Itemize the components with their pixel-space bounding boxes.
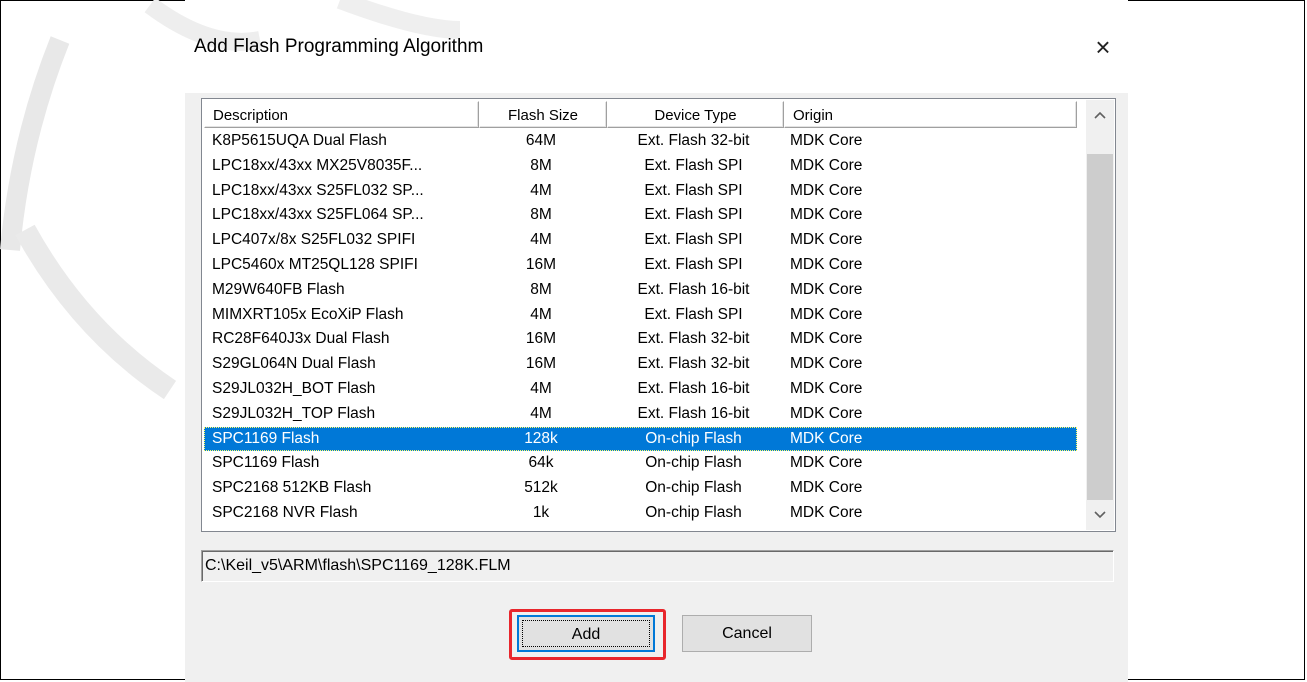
- origin-cell: MDK Core: [790, 379, 863, 397]
- description-cell: SPC2168 NVR Flash: [212, 503, 358, 521]
- origin-cell: MDK Core: [790, 404, 863, 422]
- list-item[interactable]: RC28F640J3x Dual Flash 16M Ext. Flash 32-b…: [204, 327, 1077, 352]
- flash-size-cell: 512k: [524, 479, 558, 497]
- flash-size-cell: 4M: [530, 404, 552, 422]
- description-cell: S29GL064N Dual Flash: [212, 355, 376, 373]
- flash-size-cell: 16M: [525, 330, 557, 348]
- device-type-cell: Ext. Flash 32-bit: [637, 355, 750, 373]
- device-type-cell: On-chip Flash: [645, 454, 742, 472]
- device-type-cell: Ext. Flash SPI: [644, 231, 743, 249]
- description-cell: S29JL032H_BOT Flash: [212, 379, 376, 397]
- description-cell: M29W640FB Flash: [212, 280, 345, 298]
- description-cell: LPC407x/8x S25FL032 SPIFI: [212, 231, 416, 249]
- origin-cell: MDK Core: [790, 305, 863, 323]
- list-item[interactable]: MIMXRT105x EcoXiP Flash 4M Ext. Flash SPI M…: [204, 303, 1077, 328]
- device-type-cell: Ext. Flash 16-bit: [637, 404, 750, 422]
- flash-size-cell: 16M: [525, 355, 557, 373]
- device-type-cell: Ext. Flash SPI: [644, 305, 743, 323]
- origin-cell: MDK Core: [790, 255, 863, 273]
- list-rows: K8P5615UQA Dual Flash 64M Ext. Flash 32-bi…: [204, 129, 1077, 526]
- list-item[interactable]: S29JL032H_BOT Flash 4M Ext. Flash 16-bit MD…: [204, 377, 1077, 402]
- flash-size-cell: 4M: [530, 231, 552, 249]
- flash-size-cell: 1k: [532, 503, 550, 521]
- close-icon[interactable]: ×: [1088, 30, 1118, 64]
- flash-size-cell: 64k: [528, 454, 554, 472]
- device-type-cell: Ext. Flash SPI: [644, 181, 743, 199]
- cancel-button[interactable]: Cancel: [682, 615, 812, 652]
- origin-cell: MDK Core: [790, 280, 863, 298]
- origin-cell: MDK Core: [790, 355, 863, 373]
- list-item[interactable]: M29W640FB Flash 8M Ext. Flash 16-bit MDK Co…: [204, 278, 1077, 303]
- device-type-cell: On-chip Flash: [645, 479, 742, 497]
- list-item[interactable]: LPC5460x MT25QL128 SPIFI 16M Ext. Flash SP…: [204, 253, 1077, 278]
- list-item[interactable]: LPC407x/8x S25FL032 SPIFI 4M Ext. Flash SP…: [204, 228, 1077, 253]
- description-cell: LPC18xx/43xx MX25V8035F...: [212, 156, 423, 174]
- list-header: Description Flash Size Device Type Origi…: [204, 101, 1077, 128]
- description-cell: LPC18xx/43xx S25FL032 SP...: [212, 181, 424, 199]
- origin-cell: MDK Core: [790, 231, 863, 249]
- device-type-cell: Ext. Flash 32-bit: [637, 132, 750, 149]
- origin-cell: MDK Core: [790, 156, 863, 174]
- add-button-highlight-box: [509, 609, 666, 660]
- list-item[interactable]: SPC1169 Flash 128k On-chip Flash MDK Core: [204, 426, 1077, 452]
- flash-size-cell: 8M: [530, 206, 552, 224]
- list-item[interactable]: LPC18xx/43xx S25FL032 SP... 4M Ext. Flash …: [204, 179, 1077, 204]
- list-item[interactable]: SPC1169 Flash 64k On-chip Flash MDK Core: [204, 451, 1077, 476]
- flash-size-cell: 4M: [530, 305, 552, 323]
- origin-cell: MDK Core: [790, 454, 863, 472]
- column-header-flash-size[interactable]: Flash Size: [479, 101, 607, 128]
- device-type-cell: Ext. Flash SPI: [644, 156, 743, 174]
- column-header-device-type[interactable]: Device Type: [607, 101, 784, 128]
- flash-size-cell: 16M: [525, 255, 557, 273]
- origin-cell: MDK Core: [790, 330, 863, 348]
- device-type-cell: Ext. Flash 16-bit: [637, 379, 750, 397]
- description-cell: LPC5460x MT25QL128 SPIFI: [212, 255, 418, 273]
- list-item[interactable]: S29GL064N Dual Flash 16M Ext. Flash 32-bit…: [204, 352, 1077, 377]
- algorithm-path-field: C:\Keil_v5\ARM\flash\SPC1169_128K.FLM: [201, 550, 1114, 582]
- list-item[interactable]: S29JL032H_TOP Flash 4M Ext. Flash 16-bit MD…: [204, 402, 1077, 427]
- description-cell: LPC18xx/43xx S25FL064 SP...: [212, 206, 424, 224]
- chevron-up-icon[interactable]: [1086, 100, 1114, 130]
- scrollbar-thumb[interactable]: [1087, 154, 1113, 500]
- list-item[interactable]: SPC2168 512KB Flash 512k On-chip Flash MDK …: [204, 476, 1077, 501]
- list-item[interactable]: LPC18xx/43xx MX25V8035F... 8M Ext. Flash S…: [204, 154, 1077, 179]
- flash-size-cell: 4M: [530, 379, 552, 397]
- flash-size-cell: 8M: [530, 280, 552, 298]
- origin-cell: MDK Core: [790, 429, 863, 447]
- description-cell: SPC2168 512KB Flash: [212, 479, 372, 497]
- origin-cell: MDK Core: [790, 181, 863, 199]
- flash-size-cell: 128k: [524, 429, 558, 447]
- device-type-cell: On-chip Flash: [645, 429, 742, 447]
- flash-size-cell: 4M: [530, 181, 552, 199]
- description-cell: SPC1169 Flash: [212, 429, 320, 447]
- device-type-cell: Ext. Flash SPI: [644, 206, 743, 224]
- dialog-title: Add Flash Programming Algorithm: [194, 36, 484, 57]
- flash-size-cell: 64M: [525, 132, 557, 149]
- list-item[interactable]: K8P5615UQA Dual Flash 64M Ext. Flash 32-bi…: [204, 129, 1077, 154]
- column-header-description[interactable]: Description: [204, 101, 479, 128]
- origin-cell: MDK Core: [790, 132, 863, 149]
- list-item[interactable]: SPC2168 NVR Flash 1k On-chip Flash MDK Core: [204, 501, 1077, 526]
- origin-cell: MDK Core: [790, 479, 863, 497]
- column-header-origin[interactable]: Origin: [784, 101, 1077, 128]
- description-cell: K8P5615UQA Dual Flash: [212, 132, 387, 149]
- origin-cell: MDK Core: [790, 503, 863, 521]
- flash-size-cell: 8M: [530, 156, 552, 174]
- device-type-cell: Ext. Flash 32-bit: [637, 330, 750, 348]
- origin-cell: MDK Core: [790, 206, 863, 224]
- device-type-cell: Ext. Flash 16-bit: [637, 280, 750, 298]
- description-cell: S29JL032H_TOP Flash: [212, 404, 376, 422]
- device-type-cell: On-chip Flash: [645, 503, 742, 521]
- vertical-scrollbar[interactable]: [1086, 100, 1114, 530]
- device-type-cell: Ext. Flash SPI: [644, 255, 743, 273]
- chevron-down-icon[interactable]: [1086, 500, 1114, 530]
- description-cell: RC28F640J3x Dual Flash: [212, 330, 390, 348]
- algorithm-list[interactable]: Description Flash Size Device Type Origi…: [201, 98, 1116, 532]
- description-cell: SPC1169 Flash: [212, 454, 320, 472]
- list-item[interactable]: LPC18xx/43xx S25FL064 SP... 8M Ext. Flash …: [204, 203, 1077, 228]
- description-cell: MIMXRT105x EcoXiP Flash: [212, 305, 404, 323]
